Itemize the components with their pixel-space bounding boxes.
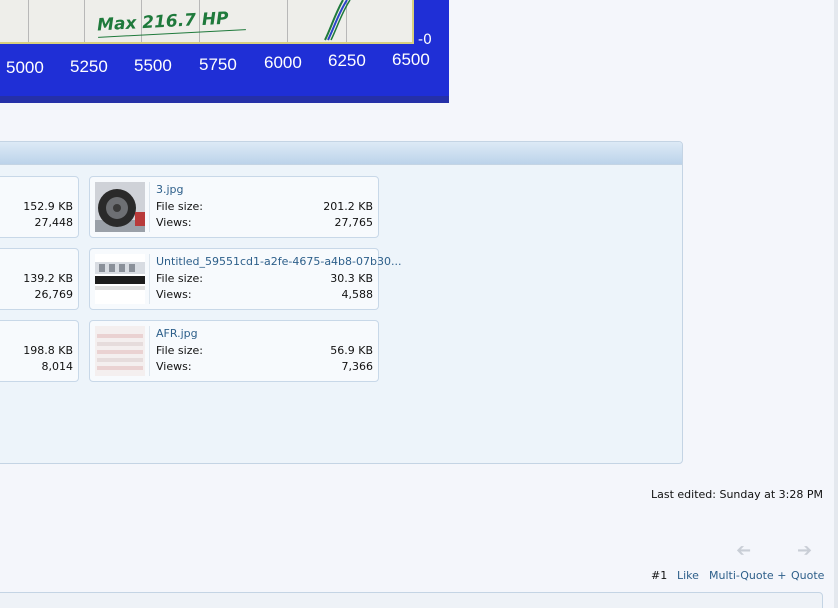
next-post-container [0, 592, 823, 608]
attachments-block: 152.9 KB 27,448 3.jpg File size: 201.2 KB… [0, 141, 683, 464]
attachment-views: 4,588 [341, 288, 374, 301]
attachment-file-size: 152.9 KB [23, 200, 73, 213]
dyno-tick: 6000 [264, 53, 302, 72]
attachment-views: 27,448 [34, 216, 74, 229]
post-number[interactable]: #1 [651, 569, 667, 582]
attachment-name-link[interactable]: 3.jpg [156, 183, 184, 196]
dyno-chart-image[interactable]: Max 216.7 HP -0 5000 5250 5500 5750 6000… [0, 0, 449, 103]
dyno-frame-bottom [0, 96, 449, 103]
dyno-tick: 5750 [199, 55, 237, 74]
views-label: Views: [156, 360, 192, 373]
dyno-tick: 6500 [392, 50, 430, 69]
quote-link[interactable]: Quote [791, 569, 824, 582]
attachment-file-size: 30.3 KB [330, 272, 373, 285]
views-label: Views: [156, 216, 192, 229]
attachment-item[interactable]: 198.8 KB 8,014 [0, 320, 79, 382]
like-link[interactable]: Like [677, 569, 699, 582]
attachment-views: 27,765 [334, 216, 374, 229]
attachment-file-size: 201.2 KB [323, 200, 373, 213]
attachment-item[interactable]: 152.9 KB 27,448 [0, 176, 79, 238]
file-size-label: File size: [156, 272, 203, 285]
attachment-name-link[interactable]: Untitled_59551cd1-a2fe-4675-a4b8-07b30..… [156, 255, 401, 268]
attachment-item[interactable]: Untitled_59551cd1-a2fe-4675-a4b8-07b30..… [89, 248, 401, 310]
attachment-item[interactable]: 139.2 KB 26,769 [0, 248, 79, 310]
file-size-label: File size: [156, 344, 203, 357]
dyno-tick: 5250 [70, 57, 108, 76]
arrow-right-icon[interactable]: ➔ [797, 540, 812, 561]
views-label: Views: [156, 288, 192, 301]
file-size-label: File size: [156, 200, 203, 213]
tire-thumbnail[interactable] [95, 182, 145, 232]
attachment-file-size: 56.9 KB [330, 344, 373, 357]
dyno-tick: 5500 [134, 56, 172, 75]
attachment-views: 7,366 [341, 360, 374, 373]
dyno-zero-label: -0 [418, 32, 432, 48]
screenshot-thumbnail[interactable] [95, 254, 145, 304]
attachment-views: 26,769 [34, 288, 74, 301]
dyno-power-curve [324, 0, 351, 41]
multi-quote-link[interactable]: Multi-Quote + [709, 569, 786, 582]
dyno-tick: 5000 [6, 58, 44, 77]
attachment-name-link[interactable]: AFR.jpg [156, 327, 198, 340]
arrow-left-icon[interactable]: ➔ [736, 540, 751, 561]
last-edited-text: Last edited: Sunday at 3:28 PM [650, 488, 823, 501]
attachment-item[interactable]: 3.jpg File size: 201.2 KB Views: 27,765 [89, 176, 379, 238]
attachment-file-size: 139.2 KB [23, 272, 73, 285]
chart-thumbnail[interactable] [95, 326, 145, 376]
attachment-file-size: 198.8 KB [23, 344, 73, 357]
dyno-tick: 6250 [328, 51, 366, 70]
dyno-x-axis: 5000 5250 5500 5750 6000 6250 6500 [0, 50, 449, 80]
page-right-edge [834, 0, 838, 608]
attachments-header [0, 142, 682, 165]
attachment-views: 8,014 [41, 360, 74, 373]
attachment-item[interactable]: AFR.jpg File size: 56.9 KB Views: 7,366 [89, 320, 379, 382]
